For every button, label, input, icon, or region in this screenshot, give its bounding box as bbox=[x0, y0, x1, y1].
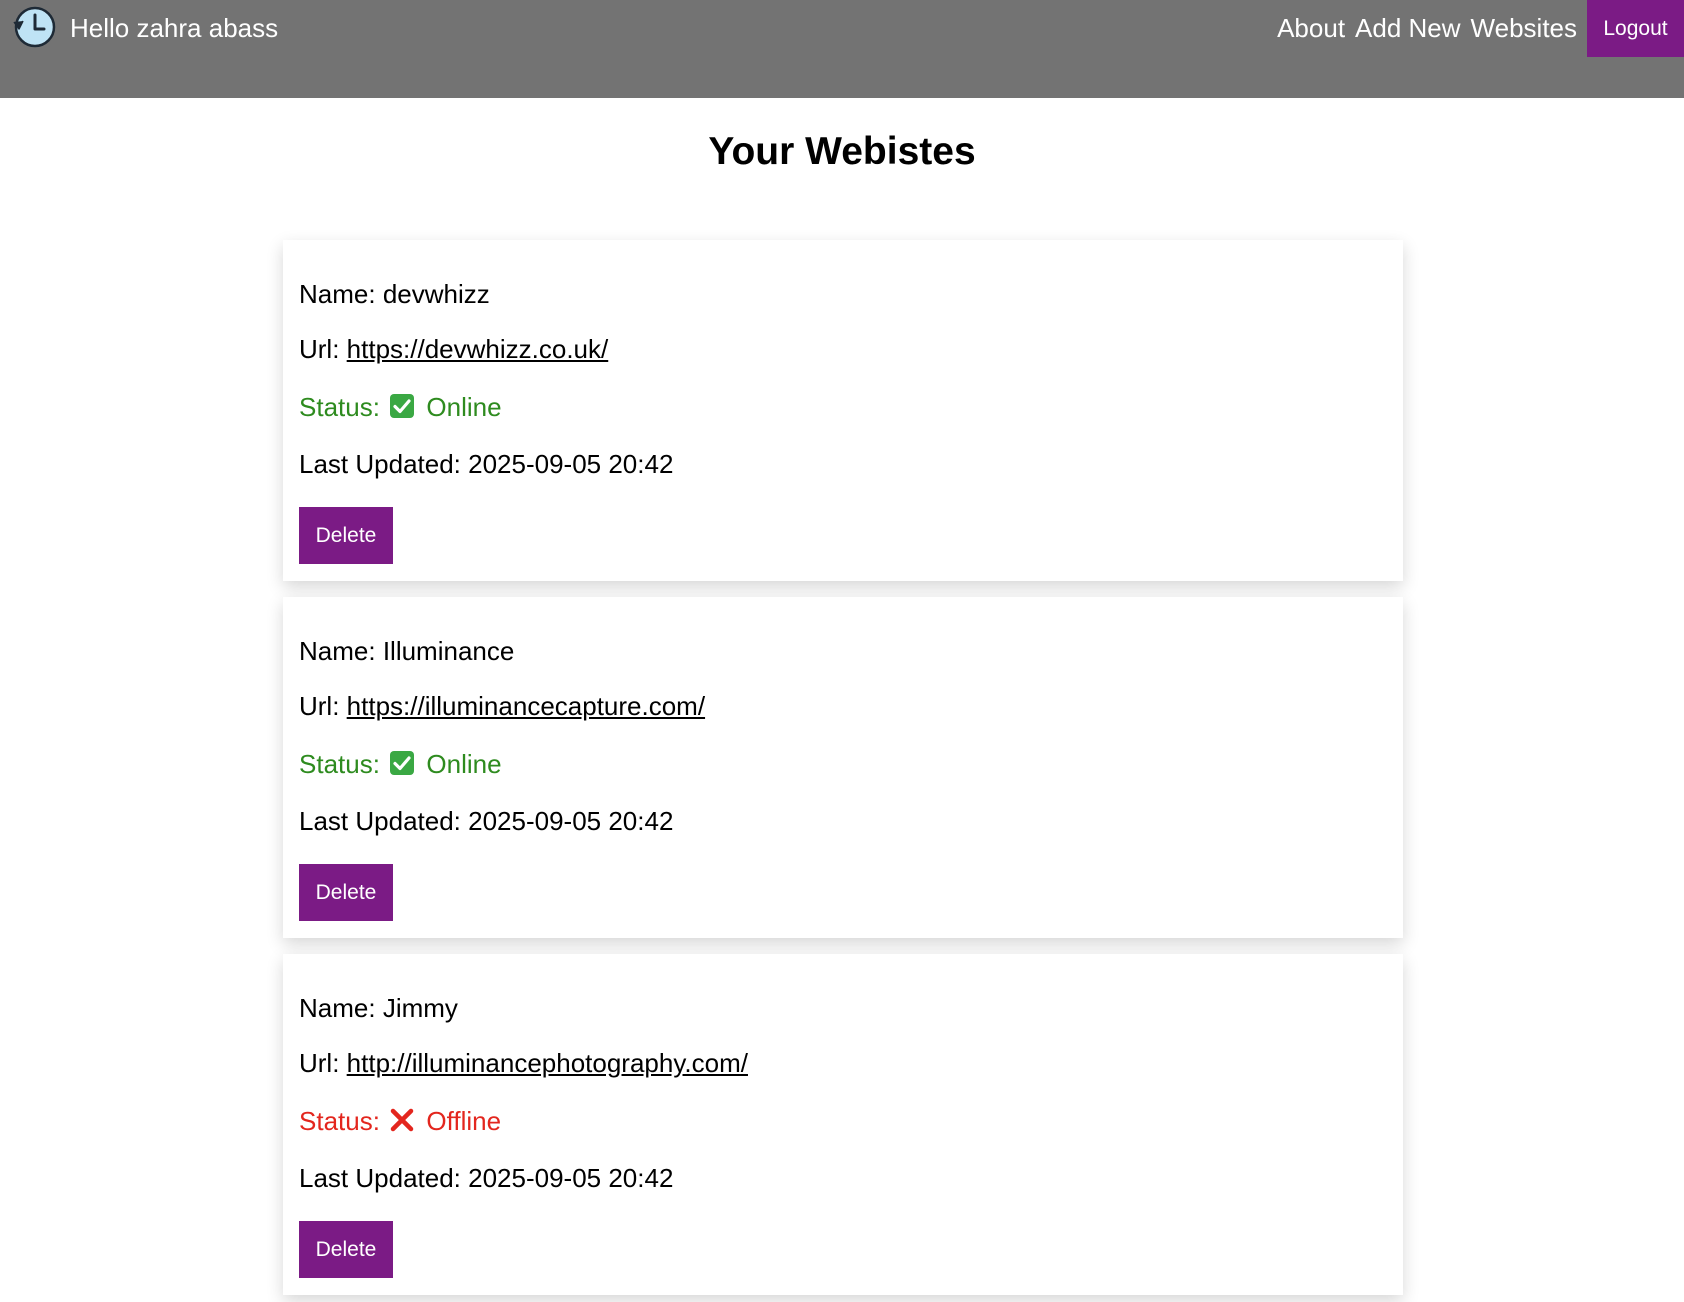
website-url-link[interactable]: https://illuminancecapture.com/ bbox=[347, 691, 705, 721]
page-title: Your Webistes bbox=[708, 130, 976, 173]
website-url: Url: http://illuminancephotography.com/ bbox=[299, 1048, 748, 1078]
clock-history-icon[interactable] bbox=[10, 2, 60, 52]
website-url-link[interactable]: http://illuminancephotography.com/ bbox=[347, 1048, 748, 1078]
cross-mark-icon bbox=[390, 1108, 414, 1132]
check-box-icon bbox=[390, 751, 415, 775]
website-last-updated: Last Updated: 2025-09-05 20:42 bbox=[299, 806, 674, 836]
website-url-link[interactable]: https://devwhizz.co.uk/ bbox=[347, 334, 609, 364]
nav-link-add-new[interactable]: Add New bbox=[1355, 12, 1461, 44]
website-last-updated: Last Updated: 2025-09-05 20:42 bbox=[299, 1163, 674, 1193]
website-url: Url: https://illuminancecapture.com/ bbox=[299, 691, 706, 721]
website-url: Url: https://devwhizz.co.uk/ bbox=[299, 334, 609, 364]
website-card: Name: Jimmy Url: http://illuminancephoto… bbox=[283, 954, 1403, 1295]
delete-button[interactable]: Delete bbox=[299, 1221, 393, 1278]
nav-link-about[interactable]: About bbox=[1277, 12, 1345, 44]
nav-link-websites[interactable]: Websites bbox=[1471, 12, 1577, 44]
website-last-updated: Last Updated: 2025-09-05 20:42 bbox=[299, 449, 674, 479]
user-greeting: Hello zahra abass bbox=[70, 13, 279, 43]
website-card: Name: Illuminance Url: https://illuminan… bbox=[283, 597, 1403, 938]
website-name: Name: Illuminance bbox=[299, 636, 515, 666]
navbar: Hello zahra abass About Add New Websites… bbox=[0, 0, 1684, 98]
website-status: Status: Online bbox=[299, 392, 502, 422]
check-box-icon bbox=[390, 394, 415, 418]
nav-links: About Add New Websites Logout bbox=[1277, 0, 1684, 57]
website-status: Status: Offline bbox=[299, 1106, 502, 1136]
website-status: Status: Online bbox=[299, 749, 502, 779]
delete-button[interactable]: Delete bbox=[299, 864, 393, 921]
website-card: Name: devwhizz Url: https://devwhizz.co.… bbox=[283, 240, 1403, 581]
website-name: Name: devwhizz bbox=[299, 279, 490, 309]
website-name: Name: Jimmy bbox=[299, 993, 458, 1023]
delete-button[interactable]: Delete bbox=[299, 507, 393, 564]
logout-button[interactable]: Logout bbox=[1587, 0, 1684, 57]
